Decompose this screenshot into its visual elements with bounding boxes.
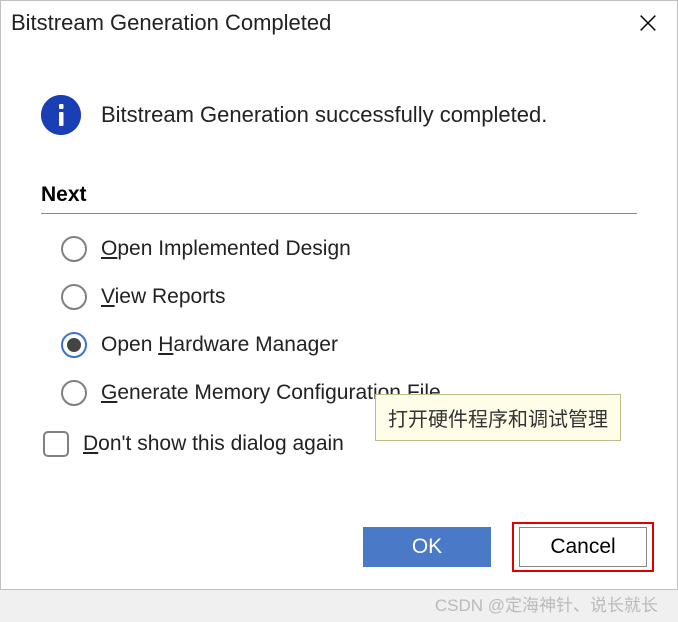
- watermark: CSDN @定海神针、说长就长: [435, 591, 658, 616]
- button-row: OK Cancel: [363, 527, 647, 567]
- radio-circle: [61, 284, 87, 310]
- checkbox-label: Don't show this dialog again: [83, 432, 344, 456]
- radio-option-1[interactable]: View Reports: [61, 284, 637, 310]
- radio-circle: [61, 380, 87, 406]
- radio-group: Open Implemented Design View Reports Open …: [41, 236, 637, 406]
- radio-circle: [61, 236, 87, 262]
- titlebar: Bitstream Generation Completed: [1, 1, 677, 45]
- checkbox-box: [43, 431, 69, 457]
- radio-label: Open Hardware Manager: [101, 333, 338, 357]
- cancel-button-label: Cancel: [550, 535, 615, 559]
- section-label: Next: [41, 183, 637, 207]
- cancel-button[interactable]: Cancel: [519, 527, 647, 567]
- ok-button[interactable]: OK: [363, 527, 491, 567]
- close-icon: [637, 12, 659, 34]
- radio-option-2[interactable]: Open Hardware Manager: [61, 332, 637, 358]
- info-icon: [41, 95, 81, 135]
- message-row: Bitstream Generation successfully comple…: [41, 95, 637, 135]
- message-text: Bitstream Generation successfully comple…: [101, 102, 547, 128]
- tooltip: 打开硬件程序和调试管理: [375, 394, 621, 441]
- radio-label: View Reports: [101, 285, 226, 309]
- radio-option-0[interactable]: Open Implemented Design: [61, 236, 637, 262]
- close-button[interactable]: [631, 6, 665, 40]
- radio-circle: [61, 332, 87, 358]
- dialog-title: Bitstream Generation Completed: [11, 10, 331, 36]
- dialog-window: Bitstream Generation Completed Bitstream…: [0, 0, 678, 590]
- radio-label: Open Implemented Design: [101, 237, 351, 261]
- divider: [41, 213, 637, 214]
